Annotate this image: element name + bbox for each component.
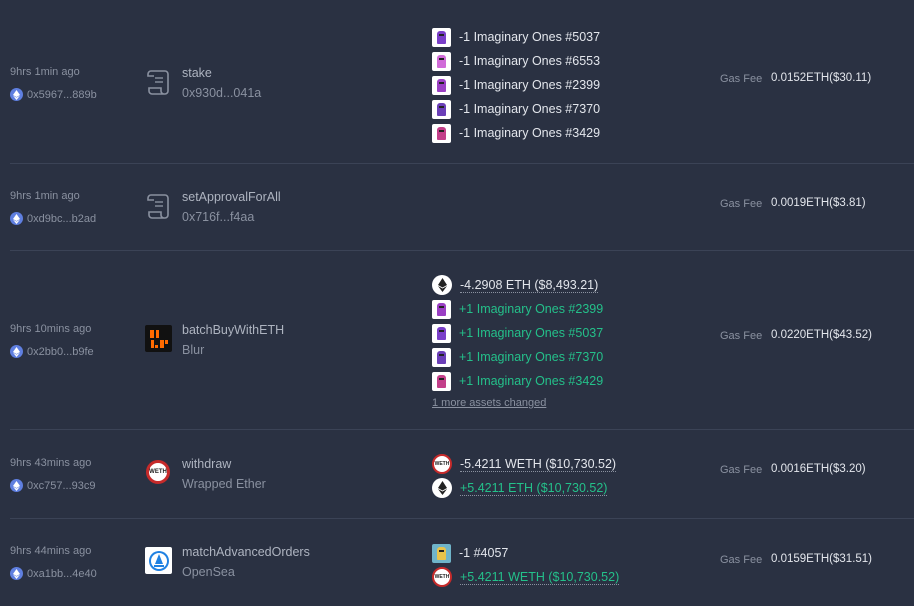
tx-method: batchBuyWithETH (182, 323, 285, 337)
ethereum-icon (10, 88, 23, 101)
nft-thumbnail-icon (432, 371, 451, 391)
tx-from-label[interactable]: 0xa1bb...4e40 (27, 568, 97, 580)
asset-change-text: -1 Imaginary Ones #5037 (459, 30, 601, 44)
gas-fee-label: Gas Fee (720, 73, 763, 85)
asset-change-text: -1 Imaginary Ones #7370 (459, 102, 601, 116)
asset-change: -1 #4057 (432, 541, 619, 565)
asset-changes: -1 Imaginary Ones #5037 -1 Imaginary One… (432, 25, 600, 145)
transaction-row: 9hrs 43mins ago 0xc757...93c9 WETH withd… (0, 430, 914, 518)
tx-method: stake (182, 66, 212, 80)
gas-fee-label: Gas Fee (720, 464, 763, 476)
asset-change: +1 Imaginary Ones #5037 (432, 321, 603, 345)
tx-contract[interactable]: Blur (182, 343, 204, 357)
asset-change-text: +5.4211 ETH ($10,730.52) (460, 480, 608, 496)
nft-thumbnail-icon (432, 123, 451, 143)
nft-thumbnail-icon (432, 347, 451, 367)
gas-fee-label: Gas Fee (720, 198, 763, 210)
tx-from-address[interactable]: 0xd9bc...b2ad (10, 212, 96, 225)
nft-thumbnail-icon (432, 99, 451, 119)
opensea-logo-icon (145, 547, 172, 574)
gas-fee-label: Gas Fee (720, 330, 763, 342)
asset-change-text: -5.4211 WETH ($10,730.52) (460, 456, 617, 472)
asset-change: +5.4211 ETH ($10,730.52) (432, 476, 616, 500)
tx-from-label[interactable]: 0xd9bc...b2ad (27, 213, 96, 225)
nft-thumbnail-icon (432, 323, 451, 343)
tx-time: 9hrs 44mins ago (10, 545, 92, 557)
tx-contract[interactable]: 0x930d...041a (182, 86, 261, 100)
asset-change-text: +5.4211 WETH ($10,730.52) (460, 569, 620, 585)
gas-fee-value: 0.0220ETH($43.52) (771, 329, 873, 341)
tx-contract[interactable]: 0x716f...f4aa (182, 210, 254, 224)
asset-change-text: +1 Imaginary Ones #3429 (459, 374, 604, 388)
nft-thumbnail-icon (432, 543, 451, 563)
transaction-row: 9hrs 44mins ago 0xa1bb...4e40 matchAdvan… (0, 519, 914, 606)
nft-thumbnail-icon (432, 27, 451, 47)
transaction-row: 9hrs 1min ago 0xd9bc...b2ad setApprovalF… (0, 164, 914, 250)
asset-change-text: -1 Imaginary Ones #2399 (459, 78, 601, 92)
gas-fee-value: 0.0159ETH($31.51) (771, 553, 873, 565)
more-assets-link[interactable]: 1 more assets changed (432, 393, 603, 413)
asset-change-text: +1 Imaginary Ones #2399 (459, 302, 604, 316)
asset-change-text: +1 Imaginary Ones #7370 (459, 350, 604, 364)
asset-change: +1 Imaginary Ones #3429 (432, 369, 603, 393)
ethereum-icon (10, 345, 23, 358)
asset-changes: WETH -5.4211 WETH ($10,730.52) +5.4211 ET… (432, 452, 617, 500)
tx-from-label[interactable]: 0xc757...93c9 (27, 480, 96, 492)
tx-time: 9hrs 10mins ago (10, 323, 92, 335)
asset-change: -1 Imaginary Ones #2399 (432, 73, 600, 97)
asset-change-text: -1 #4057 (459, 546, 509, 560)
tx-from-address[interactable]: 0xc757...93c9 (10, 479, 96, 492)
transaction-row: 9hrs 1min ago 0x5967...889b stake 0x930d… (0, 0, 914, 163)
nft-thumbnail-icon (432, 75, 451, 95)
tx-from-address[interactable]: 0x5967...889b (10, 88, 97, 101)
scroll-icon (144, 192, 172, 220)
gas-fee-label: Gas Fee (720, 554, 763, 566)
asset-change: -1 Imaginary Ones #5037 (432, 25, 600, 49)
ethereum-icon (10, 479, 23, 492)
asset-change-text: -1 Imaginary Ones #3429 (459, 126, 601, 140)
asset-change-text: +1 Imaginary Ones #5037 (459, 326, 604, 340)
asset-change: WETH +5.4211 WETH ($10,730.52) (432, 565, 620, 589)
weth-logo-icon: WETH (146, 460, 170, 484)
asset-change: +1 Imaginary Ones #7370 (432, 345, 603, 369)
asset-change-text: -4.2908 ETH ($8,493.21) (460, 277, 599, 293)
asset-changes: -4.2908 ETH ($8,493.21) +1 Imaginary One… (432, 273, 603, 413)
blur-logo-icon (145, 325, 172, 352)
tx-from-label[interactable]: 0x5967...889b (27, 89, 97, 101)
tx-contract[interactable]: OpenSea (182, 565, 235, 579)
asset-change: +1 Imaginary Ones #2399 (432, 297, 603, 321)
asset-change: -1 Imaginary Ones #3429 (432, 121, 600, 145)
tx-method: withdraw (182, 457, 232, 471)
transaction-row: 9hrs 10mins ago 0x2bb0...b9fe batchBuyWi… (0, 251, 914, 429)
tx-from-address[interactable]: 0xa1bb...4e40 (10, 567, 97, 580)
tx-method: setApprovalForAll (182, 190, 281, 204)
asset-changes: -1 #4057 WETH +5.4211 WETH ($10,730.52) (432, 541, 620, 589)
nft-thumbnail-icon (432, 51, 451, 71)
ethereum-icon (10, 567, 23, 580)
tx-time: 9hrs 1min ago (10, 66, 80, 78)
tx-time: 9hrs 43mins ago (10, 457, 92, 469)
tx-contract[interactable]: Wrapped Ether (182, 477, 266, 491)
gas-fee-value: 0.0019ETH($3.81) (771, 197, 866, 209)
tx-from-label[interactable]: 0x2bb0...b9fe (27, 346, 94, 358)
ethereum-icon (432, 275, 452, 295)
asset-change: -1 Imaginary Ones #7370 (432, 97, 600, 121)
ethereum-icon (10, 212, 23, 225)
weth-icon: WETH (432, 567, 452, 587)
tx-time: 9hrs 1min ago (10, 190, 80, 202)
gas-fee-value: 0.0152ETH($30.11) (771, 72, 872, 84)
asset-change: -4.2908 ETH ($8,493.21) (432, 273, 603, 297)
asset-change: WETH -5.4211 WETH ($10,730.52) (432, 452, 617, 476)
ethereum-icon (432, 478, 452, 498)
nft-thumbnail-icon (432, 299, 451, 319)
weth-icon: WETH (432, 454, 452, 474)
tx-from-address[interactable]: 0x2bb0...b9fe (10, 345, 94, 358)
scroll-icon (144, 68, 172, 96)
asset-change-text: -1 Imaginary Ones #6553 (459, 54, 601, 68)
gas-fee-value: 0.0016ETH($3.20) (771, 463, 866, 475)
tx-method: matchAdvancedOrders (182, 545, 310, 559)
asset-change: -1 Imaginary Ones #6553 (432, 49, 600, 73)
